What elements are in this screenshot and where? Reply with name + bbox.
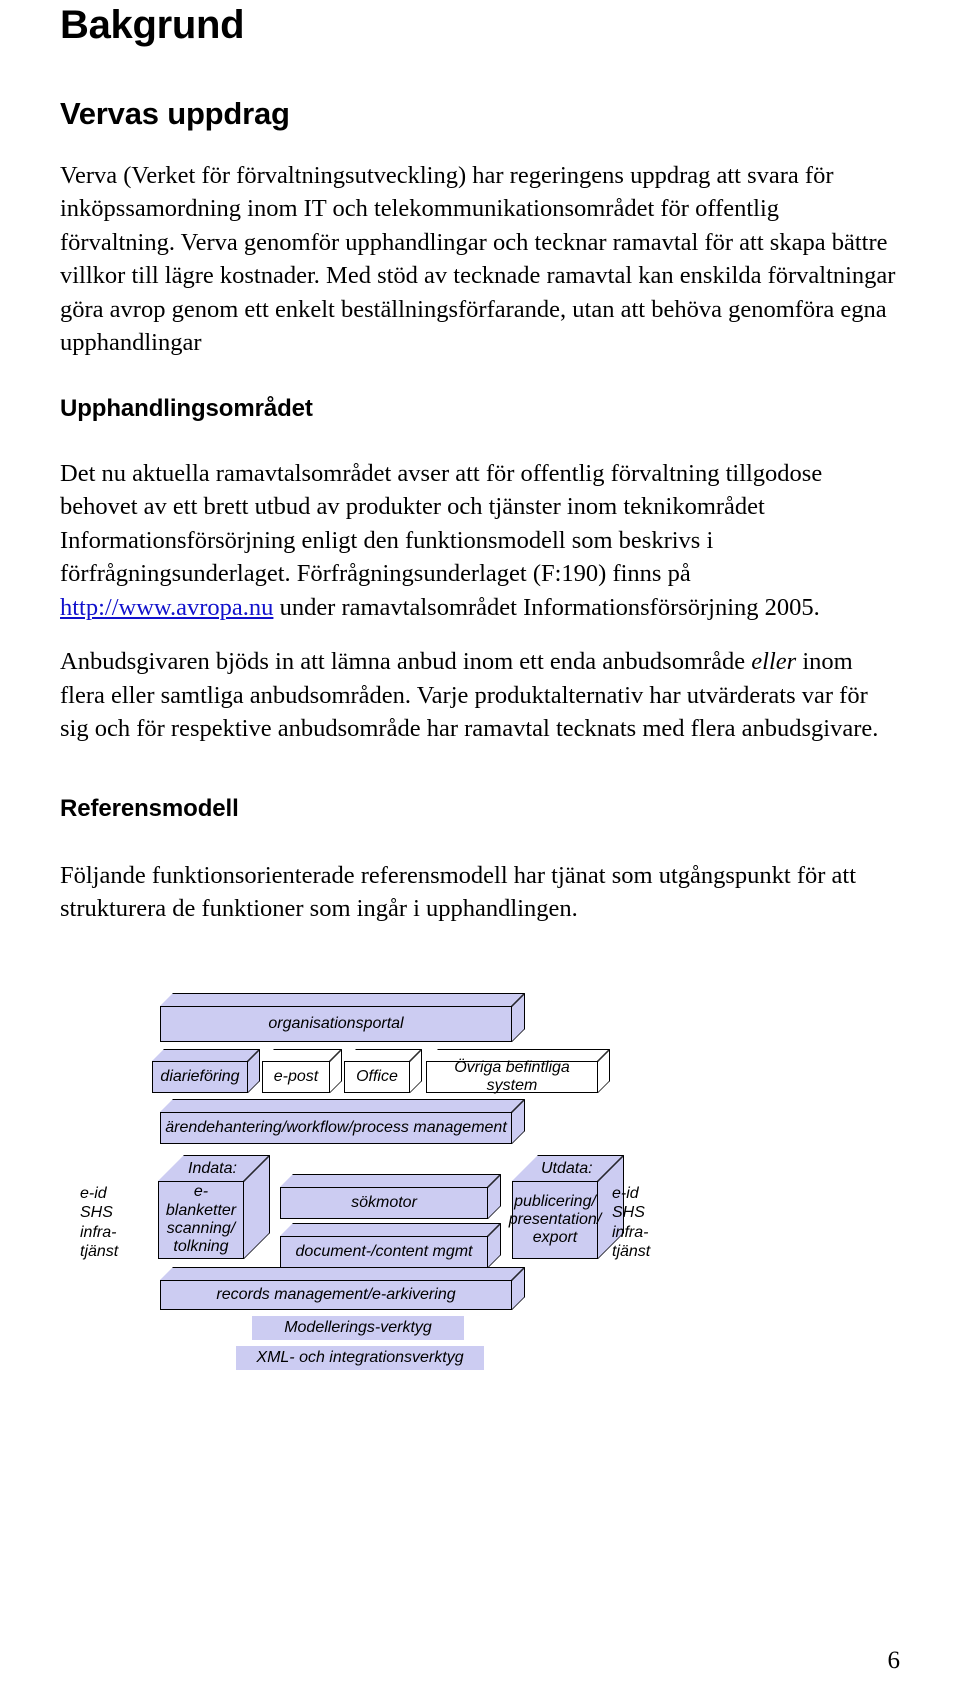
section-heading-upphandlingsomradet: Upphandlingsområdet [60,394,313,422]
diagram-box-utdata: Utdata: publicering/ presentation/ expor… [509,1154,624,1259]
diagram-label-utdata-body: publicering/ presentation/ export [508,1192,602,1247]
diagram-label-document-content-mgmt: document-/content mgmt [295,1242,473,1260]
diagram-box-ovriga-befintliga-system: Övriga befintliga system [426,1048,610,1094]
diagram-label-xml-integrationsverktyg: XML- och integrationsverktyg [256,1348,464,1366]
diagram-label-indata-body: e-blanketter scanning/ tolkning [165,1183,237,1256]
diagram-caption-right: e-id SHS infra- tjänst [612,1184,651,1261]
diagram-box-epost: e-post [262,1048,342,1093]
paragraph-vervas-uppdrag: Verva (Verket för förvaltningsutveckling… [60,161,896,357]
page-title: Bakgrund [60,3,245,47]
diagram-box-diariefoering: diarieföring [152,1048,260,1093]
diagram-box-indata: Indata: e-blanketter scanning/ tolkning [158,1154,270,1259]
diagram-label-sokmotor: sökmotor [351,1193,417,1211]
paragraph-upphandling-1: Det nu aktuella ramavtalsområdet avser a… [60,457,900,625]
diagram-box-modellerings-verktyg: Modellerings-verktyg [252,1315,464,1340]
diagram-label-epost: e-post [273,1067,319,1085]
diagram-box-arendehantering: ärendehantering/workflow/process managem… [160,1098,525,1144]
section-heading-referensmodell: Referensmodell [60,794,239,822]
diagram-label-utdata-title: Utdata: [541,1159,593,1177]
paragraph-upphandling-1-tail: under ramavtalsområdet Informationsförsö… [273,593,820,621]
paragraph-upphandling-1-text: Det nu aktuella ramavtalsområdet avser a… [60,459,823,588]
reference-model-diagram: organisationsportal diarieföring e-post … [72,988,692,1370]
diagram-box-document-content-mgmt: document-/content mgmt [280,1222,501,1268]
diagram-label-organisationsportal: organisationsportal [268,1014,404,1032]
diagram-label-indata-title: Indata: [188,1159,238,1177]
diagram-box-organisationsportal: organisationsportal [160,992,525,1042]
paragraph-upphandling-2-a: Anbudsgivaren bjöds in att lämna anbud i… [60,648,752,676]
avropa-link[interactable]: http://www.avropa.nu [60,594,273,621]
paragraph-referensmodell: Följande funktionsorienterade referensmo… [60,861,857,923]
diagram-label-arendehantering: ärendehantering/workflow/process managem… [165,1118,507,1136]
diagram-label-ovriga-befintliga-system: Övriga befintliga system [454,1058,570,1094]
diagram-label-modellerings-verktyg: Modellerings-verktyg [284,1318,432,1336]
diagram-box-records-management: records management/e-arkivering [160,1266,525,1310]
diagram-label-diariefoering: diarieföring [160,1067,240,1085]
diagram-caption-left: e-id SHS infra- tjänst [80,1184,119,1261]
diagram-label-office: Office [356,1067,398,1085]
paragraph-upphandling-2: Anbudsgivaren bjöds in att lämna anbud i… [60,645,900,746]
diagram-box-office: Office [344,1048,422,1093]
diagram-label-records-management: records management/e-arkivering [216,1285,456,1303]
document-page: Bakgrund Vervas uppdrag Verva (Verket fö… [0,0,960,1699]
diagram-box-sokmotor: sökmotor [280,1173,501,1219]
emphasis-eller: eller [751,648,797,676]
diagram-box-xml-integrationsverktyg: XML- och integrationsverktyg [236,1345,484,1370]
section-heading-vervas-uppdrag: Vervas uppdrag [60,96,290,131]
page-number: 6 [887,1647,901,1674]
